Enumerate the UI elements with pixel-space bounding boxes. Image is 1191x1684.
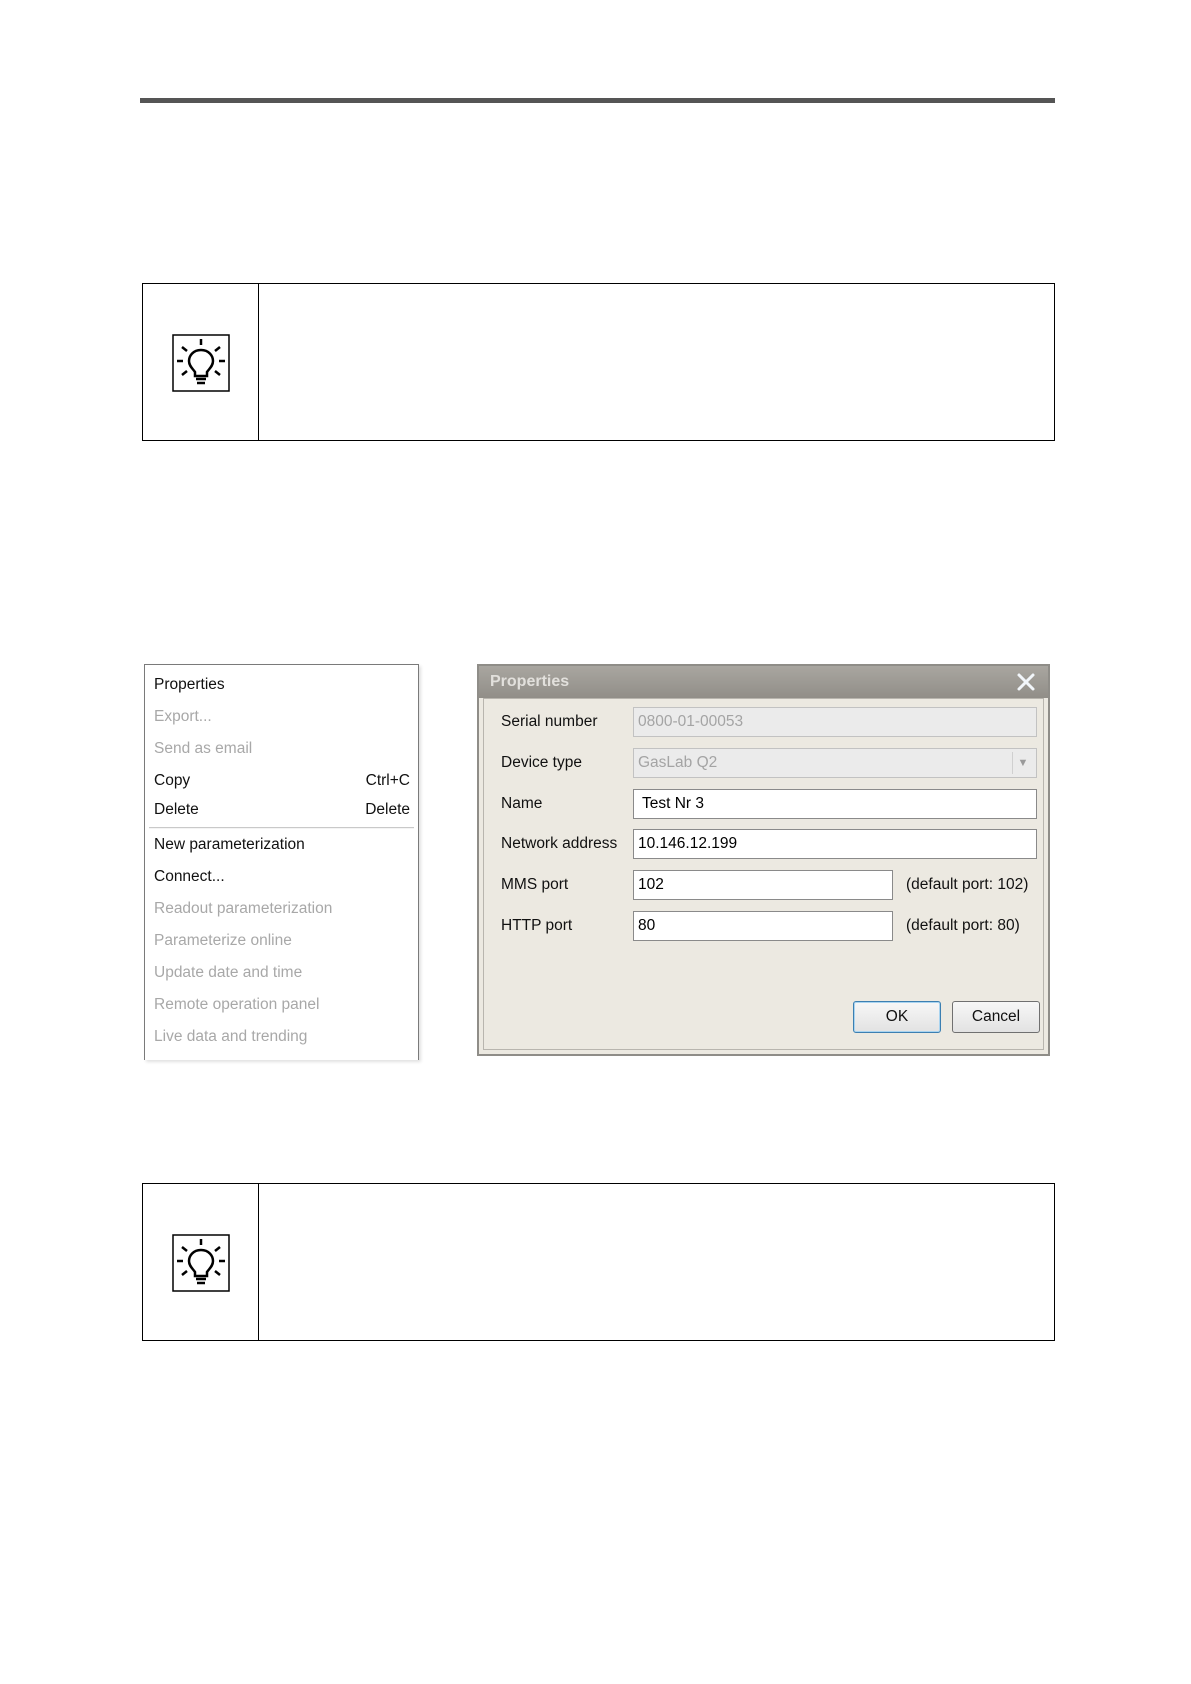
tip-text-cell xyxy=(259,1184,1054,1340)
menu-item-parameterize-online: Parameterize online xyxy=(154,929,410,953)
close-button[interactable] xyxy=(1014,670,1038,694)
page-header-rule xyxy=(140,98,1055,103)
http-port-hint: (default port: 80) xyxy=(906,917,1020,934)
menu-item-label: Parameterize online xyxy=(154,932,292,949)
menu-item-label: Copy xyxy=(154,772,191,789)
menu-item-export: Export... xyxy=(154,705,410,729)
chevron-down-icon: ▼ xyxy=(1012,752,1033,774)
menu-item-shortcut: Ctrl+C xyxy=(365,772,410,789)
dialog-titlebar[interactable]: Properties xyxy=(479,666,1048,698)
menu-item-send-as-email: Send as email xyxy=(154,737,410,761)
menu-item-properties[interactable]: Properties xyxy=(154,673,410,697)
menu-item-label: Delete xyxy=(154,801,199,818)
menu-item-label: Properties xyxy=(154,676,225,693)
menu-item-label: Export... xyxy=(154,708,212,725)
lightbulb-icon xyxy=(172,334,230,392)
menu-item-label: Send as email xyxy=(154,740,253,757)
properties-dialog: Properties Serial number 0800-01-00053 D… xyxy=(477,664,1050,1056)
menu-item-shortcut: Delete xyxy=(365,801,410,818)
tip-text-cell xyxy=(259,284,1054,440)
menu-item-new-parameterization[interactable]: New parameterization xyxy=(154,833,410,857)
menu-item-connect[interactable]: Connect... xyxy=(154,865,410,889)
tip-icon-cell xyxy=(143,1184,259,1340)
menu-item-label: Remote operation panel xyxy=(154,996,320,1013)
device-type-label: Device type xyxy=(501,754,582,771)
menu-item-delete[interactable]: Delete Delete xyxy=(154,798,410,822)
serial-number-label: Serial number xyxy=(501,713,598,730)
cancel-button[interactable]: Cancel xyxy=(952,1001,1040,1033)
tip-box-2 xyxy=(142,1183,1055,1341)
menu-item-live-data-and-trending: Live data and trending xyxy=(154,1025,410,1049)
device-type-value: GasLab Q2 xyxy=(638,754,718,771)
http-port-input[interactable]: 80 xyxy=(633,911,893,941)
menu-separator xyxy=(149,827,414,829)
mms-port-input[interactable]: 102 xyxy=(633,870,893,900)
http-port-label: HTTP port xyxy=(501,917,573,934)
serial-number-field: 0800-01-00053 xyxy=(633,707,1037,737)
context-menu: Properties Export... Send as email Copy … xyxy=(144,664,419,1060)
name-label: Name xyxy=(501,795,543,812)
mms-port-label: MMS port xyxy=(501,876,569,893)
menu-item-label: Readout parameterization xyxy=(154,900,333,917)
tip-box-1 xyxy=(142,283,1055,441)
menu-item-update-date-and-time: Update date and time xyxy=(154,961,410,985)
menu-item-label: New parameterization xyxy=(154,836,305,853)
mms-port-hint: (default port: 102) xyxy=(906,876,1029,893)
lightbulb-icon xyxy=(172,1234,230,1292)
menu-item-label: Live data and trending xyxy=(154,1028,308,1045)
tip-icon-cell xyxy=(143,284,259,440)
menu-item-remote-operation-panel: Remote operation panel xyxy=(154,993,410,1017)
close-icon xyxy=(1017,673,1035,691)
dialog-body: Serial number 0800-01-00053 Device type … xyxy=(483,698,1044,1050)
name-input[interactable]: Test Nr 3 xyxy=(633,789,1037,819)
ok-button[interactable]: OK xyxy=(853,1001,941,1033)
network-address-label: Network address xyxy=(501,835,618,852)
menu-item-copy[interactable]: Copy Ctrl+C xyxy=(154,769,410,793)
menu-item-readout-parameterization: Readout parameterization xyxy=(154,897,410,921)
device-type-select: GasLab Q2 ▼ xyxy=(633,748,1037,778)
menu-item-label: Connect... xyxy=(154,868,225,885)
menu-item-label: Update date and time xyxy=(154,964,303,981)
network-address-input[interactable]: 10.146.12.199 xyxy=(633,829,1037,859)
dialog-title: Properties xyxy=(490,673,570,690)
